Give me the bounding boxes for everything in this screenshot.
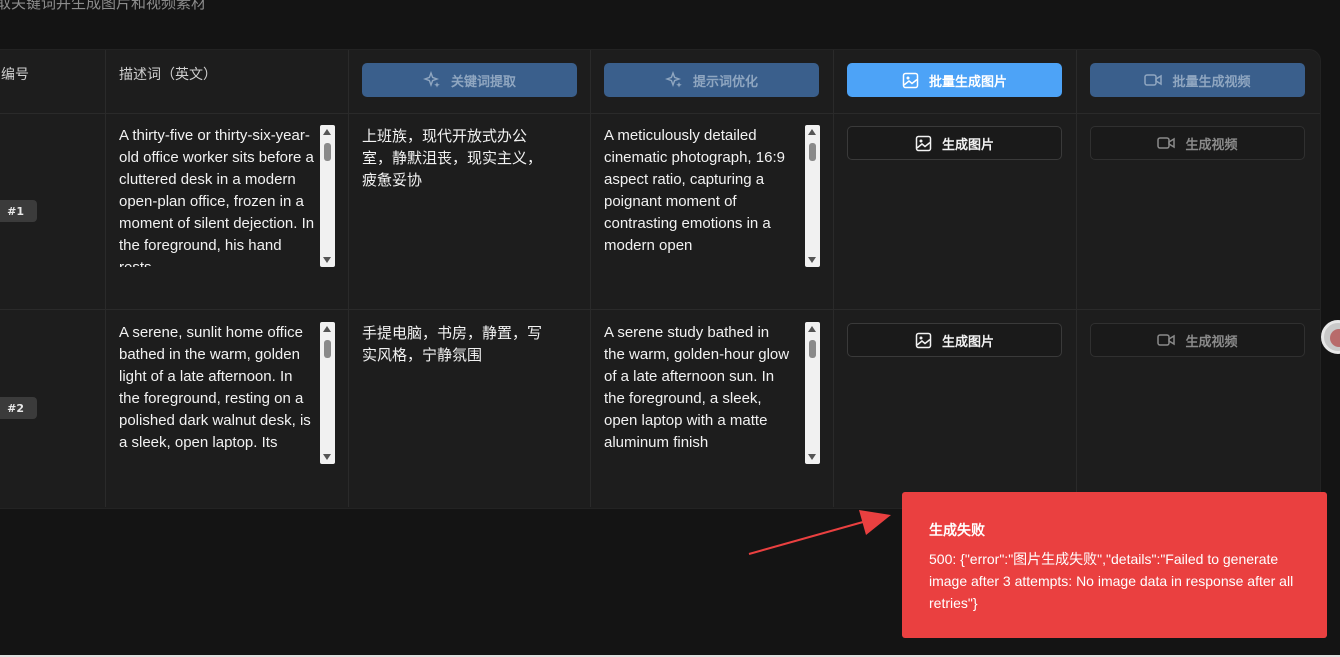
material-table: 编号 描述词（英文） 关键词提取 提示词优化 批量生成图片 批量生成视频 #1 … [0, 49, 1321, 509]
table-row: #2 A serene, sunlit home office bathed i… [0, 310, 1320, 507]
generate-video-label: 生成视频 [1185, 334, 1238, 350]
table-row: #1 A thirty-five or thirty-six-year-old … [0, 113, 1320, 310]
header-description: 描述词（英文） [119, 67, 217, 83]
description-text: A serene, sunlit home office bathed in t… [119, 324, 311, 451]
textarea-scrollbar[interactable] [805, 322, 820, 464]
video-cell: 生成视频 [1077, 113, 1320, 309]
sparkle-icon [664, 71, 682, 88]
optimized-prompt-textarea[interactable]: A meticulously detailed cinematic photog… [604, 125, 820, 267]
optimized-prompt-textarea[interactable]: A serene study bathed in the warm, golde… [604, 322, 820, 464]
row-number-badge: #1 [0, 200, 37, 222]
image-icon [902, 72, 919, 88]
image-icon [915, 332, 932, 348]
description-cell: A serene, sunlit home office bathed in t… [106, 310, 349, 507]
generate-video-label: 生成视频 [1185, 137, 1238, 153]
generate-video-button[interactable]: 生成视频 [1090, 323, 1305, 357]
image-icon [915, 135, 932, 151]
prompt-optimize-label: 提示词优化 [692, 74, 758, 90]
textarea-scrollbar[interactable] [320, 322, 335, 464]
batch-generate-video-button[interactable]: 批量生成视频 [1090, 63, 1305, 97]
keywords-text: 手提电脑，书房，静置，写实风格，宁静氛围 [362, 324, 543, 364]
header-cell-keywords: 关键词提取 [349, 50, 591, 113]
image-cell: 生成图片 [834, 310, 1077, 507]
video-cell: 生成视频 [1077, 310, 1320, 507]
error-toast: 生成失败 500: {"error":"图片生成失败","details":"F… [902, 492, 1327, 638]
generate-image-button[interactable]: 生成图片 [847, 323, 1062, 357]
image-cell: 生成图片 [834, 113, 1077, 309]
keyword-extract-label: 关键词提取 [450, 74, 516, 90]
index-cell: #1 [0, 113, 106, 309]
batch-generate-image-label: 批量生成图片 [928, 74, 1007, 90]
keyword-extract-button[interactable]: 关键词提取 [362, 63, 577, 97]
floating-avatar[interactable] [1321, 320, 1340, 354]
toast-title: 生成失败 [929, 523, 985, 539]
arrow-annotation-icon [748, 510, 891, 555]
video-icon [1144, 74, 1163, 86]
video-icon [1157, 137, 1176, 149]
generate-image-button[interactable]: 生成图片 [847, 126, 1062, 160]
header-index: 编号 [1, 67, 29, 83]
description-textarea[interactable]: A thirty-five or thirty-six-year-old off… [119, 125, 335, 267]
header-cell-index: 编号 [0, 50, 106, 113]
textarea-scrollbar[interactable] [805, 125, 820, 267]
generate-image-label: 生成图片 [941, 334, 994, 350]
optimized-prompt-cell: A meticulously detailed cinematic photog… [591, 113, 834, 309]
batch-generate-video-label: 批量生成视频 [1172, 74, 1251, 90]
page-subtitle: 取关键词并生成图片和视频素材 [0, 0, 207, 12]
toast-message: 500: {"error":"图片生成失败","details":"Failed… [929, 551, 1294, 611]
description-cell: A thirty-five or thirty-six-year-old off… [106, 113, 349, 309]
video-icon [1157, 334, 1176, 346]
header-cell-batch-image: 批量生成图片 [834, 50, 1077, 113]
generate-image-label: 生成图片 [941, 137, 994, 153]
optimized-prompt-text: A serene study bathed in the warm, golde… [604, 324, 790, 451]
description-text: A thirty-five or thirty-six-year-old off… [119, 127, 315, 267]
batch-generate-image-button[interactable]: 批量生成图片 [847, 63, 1062, 97]
header-cell-batch-video: 批量生成视频 [1077, 50, 1320, 113]
optimized-prompt-text: A meticulously detailed cinematic photog… [604, 127, 785, 254]
index-cell: #2 [0, 310, 106, 507]
table-header-row: 编号 描述词（英文） 关键词提取 提示词优化 批量生成图片 批量生成视频 [0, 50, 1320, 114]
sparkle-icon [422, 71, 440, 88]
keywords-cell: 上班族，现代开放式办公室，静默沮丧，现实主义，疲惫妥协 [349, 113, 591, 309]
description-textarea[interactable]: A serene, sunlit home office bathed in t… [119, 322, 335, 464]
header-cell-description: 描述词（英文） [106, 50, 349, 113]
generate-video-button[interactable]: 生成视频 [1090, 126, 1305, 160]
prompt-optimize-button[interactable]: 提示词优化 [604, 63, 819, 97]
keywords-text: 上班族，现代开放式办公室，静默沮丧，现实主义，疲惫妥协 [362, 127, 543, 189]
keywords-cell: 手提电脑，书房，静置，写实风格，宁静氛围 [349, 310, 591, 507]
textarea-scrollbar[interactable] [320, 125, 335, 267]
row-number-badge: #2 [0, 397, 37, 419]
header-cell-optimize: 提示词优化 [591, 50, 834, 113]
optimized-prompt-cell: A serene study bathed in the warm, golde… [591, 310, 834, 507]
